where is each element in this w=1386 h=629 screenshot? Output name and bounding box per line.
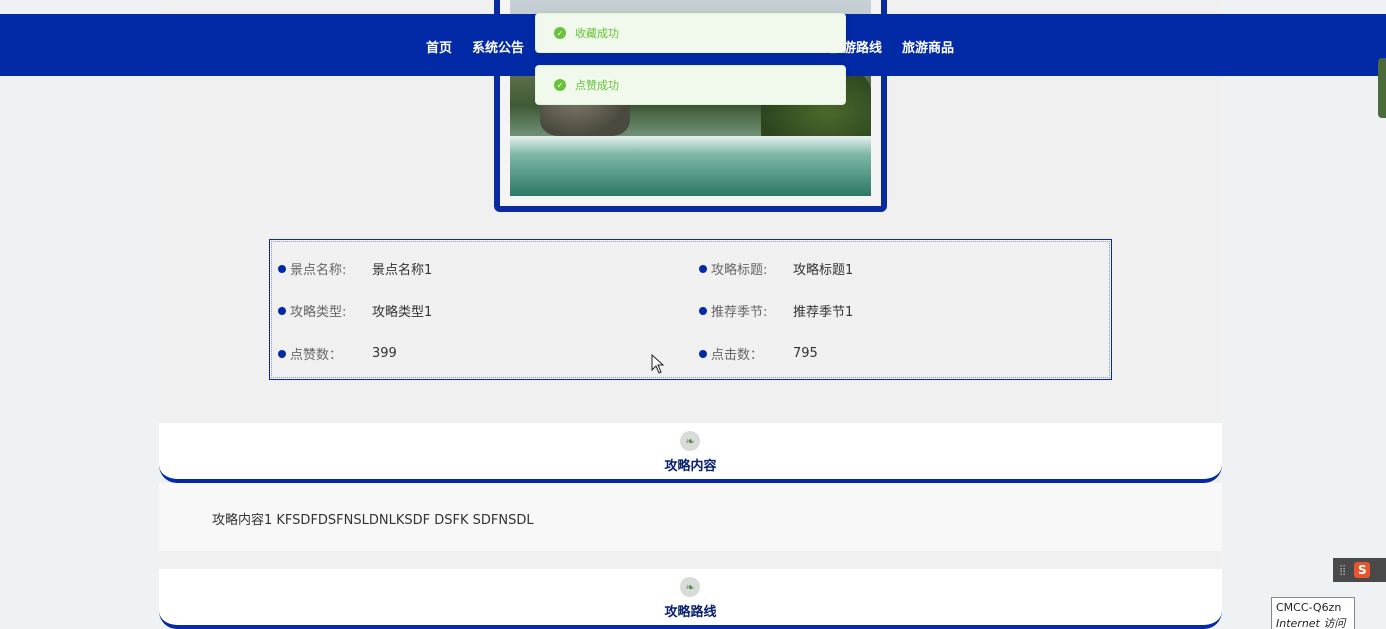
leaf-icon: ❧ <box>680 431 700 451</box>
info-label: 景点名称: <box>290 263 347 278</box>
toast-favorite-success: ✓ 收藏成功 <box>535 13 846 53</box>
check-circle-icon: ✓ <box>554 27 566 39</box>
nav-announcements[interactable]: 系统公告 <box>472 37 524 56</box>
bullet-dot <box>278 349 286 358</box>
info-guide-type: 攻略类型: 攻略类型1 <box>278 301 432 320</box>
info-season: 推荐季节: 推荐季节1 <box>699 301 853 320</box>
wifi-name: CMCC-Q6zn <box>1276 601 1342 614</box>
info-value: 795 <box>793 346 818 361</box>
bullet-dot <box>278 306 286 315</box>
bullet-dot <box>699 264 707 273</box>
section-title: 攻略内容 <box>664 459 717 474</box>
photo-water <box>510 136 871 196</box>
info-scenic-name: 景点名称: 景点名称1 <box>278 259 432 278</box>
side-scroll-handle[interactable] <box>1378 58 1386 118</box>
guide-info-box: 景点名称: 景点名称1 攻略标题: 攻略标题1 攻略类型: 攻略类型1 推荐季节… <box>269 239 1112 380</box>
info-label: 点击数： <box>711 348 764 363</box>
section-header-content: ❧ 攻略内容 <box>159 423 1222 483</box>
check-circle-icon: ✓ <box>554 79 566 91</box>
grip-icon: ⣿ <box>1339 564 1347 576</box>
info-value: 景点名称1 <box>372 263 433 278</box>
wifi-tooltip: CMCC-Q6zn Internet 访问 <box>1271 597 1355 629</box>
section-title: 攻略路线 <box>664 605 717 620</box>
info-label: 推荐季节: <box>711 305 768 320</box>
info-guide-title: 攻略标题: 攻略标题1 <box>699 259 853 278</box>
info-value: 399 <box>372 346 397 361</box>
info-value: 攻略标题1 <box>793 263 854 278</box>
toast-like-success: ✓ 点赞成功 <box>535 65 846 105</box>
input-method-icon[interactable]: S <box>1354 562 1371 578</box>
bullet-dot <box>278 264 286 273</box>
info-likes: 点赞数： 399 <box>278 344 397 363</box>
info-value: 攻略类型1 <box>372 305 433 320</box>
leaf-icon: ❧ <box>680 577 700 597</box>
bullet-dot <box>699 349 707 358</box>
toast-message: 点赞成功 <box>575 79 619 92</box>
guide-content-text: 攻略内容1 KFSDFDSFNSLDNLKSDF DSFK SDFNSDL <box>212 513 534 528</box>
nav-travel-products[interactable]: 旅游商品 <box>902 37 954 56</box>
info-label: 点赞数： <box>290 348 343 363</box>
info-clicks: 点击数： 795 <box>699 344 818 363</box>
wifi-status: Internet 访问 <box>1276 617 1346 629</box>
bullet-dot <box>699 306 707 315</box>
guide-content-panel: 攻略内容1 KFSDFDSFNSLDNLKSDF DSFK SDFNSDL <box>159 483 1222 551</box>
info-label: 攻略类型: <box>290 305 347 320</box>
system-tray: ⣿ S <box>1333 558 1386 582</box>
info-label: 攻略标题: <box>711 263 768 278</box>
nav-home[interactable]: 首页 <box>426 37 452 56</box>
section-header-route: ❧ 攻略路线 <box>159 569 1222 629</box>
info-value: 推荐季节1 <box>793 305 854 320</box>
toast-message: 收藏成功 <box>575 27 619 40</box>
